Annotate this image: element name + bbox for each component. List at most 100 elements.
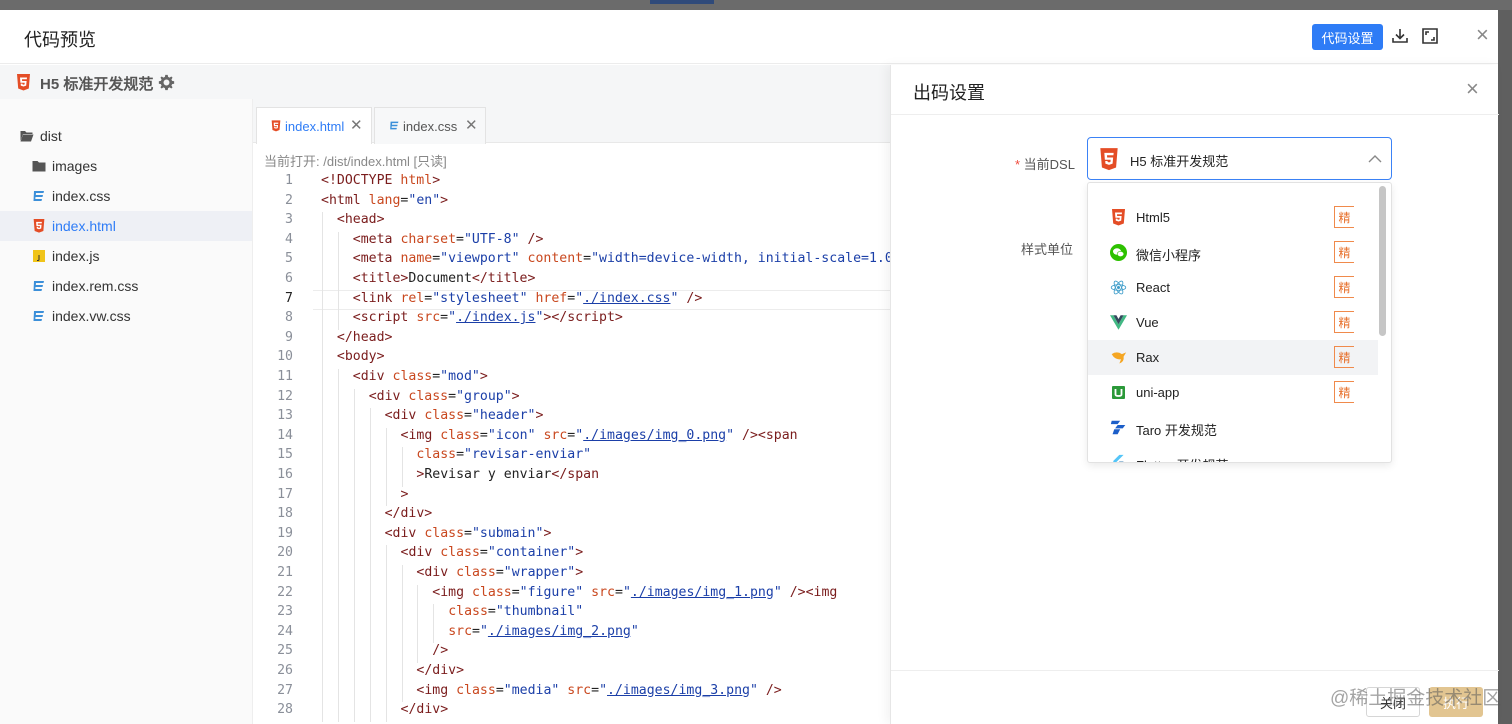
dropdown-scrollbar[interactable] bbox=[1379, 186, 1386, 336]
code-line[interactable]: <html lang="en"> bbox=[321, 193, 448, 208]
fullscreen-icon[interactable] bbox=[1420, 26, 1440, 46]
html5-badge-icon bbox=[17, 74, 30, 91]
modal-title: 代码预览 bbox=[24, 30, 96, 50]
html5-icon bbox=[1112, 209, 1125, 226]
code-line[interactable]: <div class="container"> bbox=[401, 545, 584, 560]
spec-bar: H5 标准开发规范 bbox=[0, 65, 890, 99]
code-line[interactable]: </div> bbox=[401, 702, 449, 717]
spec-label: H5 标准开发规范 bbox=[40, 76, 154, 93]
drawer-close-icon[interactable]: × bbox=[1466, 78, 1479, 100]
line-number: 2 bbox=[285, 192, 293, 208]
indent-guide bbox=[433, 604, 435, 644]
line-number: 6 bbox=[285, 271, 293, 286]
opened-file-path: 当前打开: /dist/index.html [只读] bbox=[264, 154, 447, 169]
code-line[interactable]: <script src="./index.js"></script> bbox=[353, 310, 623, 325]
line-number: 18 bbox=[277, 506, 293, 522]
code-editor: index.html ✕ index.css ✕ 当前打开: /dist/ind… bbox=[252, 99, 891, 724]
line-number: 3 bbox=[285, 212, 293, 228]
premium-tag: 精 bbox=[1334, 346, 1354, 368]
code-content: 1 <!DOCTYPE html> 2 <html lang="en"> 3 <head>… bbox=[253, 171, 891, 724]
code-line[interactable]: >Revisar y enviar</span bbox=[416, 467, 599, 482]
uniapp-icon bbox=[1112, 386, 1125, 399]
code-line[interactable]: <div class="submain"> bbox=[385, 526, 552, 541]
line-number: 13 bbox=[277, 408, 293, 424]
code-settings-button[interactable]: 代码设置 bbox=[1312, 24, 1383, 50]
indent-guide bbox=[353, 388, 355, 722]
option-react[interactable]: React 精 bbox=[1088, 270, 1378, 305]
line-number: 12 bbox=[277, 388, 293, 404]
download-icon[interactable] bbox=[1390, 26, 1410, 46]
line-number: 9 bbox=[285, 329, 293, 345]
code-line[interactable]: <body> bbox=[337, 349, 385, 364]
indent-guide bbox=[417, 584, 419, 663]
code-line[interactable]: <div class="mod"> bbox=[353, 369, 488, 384]
indent-guide bbox=[401, 565, 403, 703]
css-file-icon bbox=[390, 121, 399, 130]
option-taro[interactable]: Taro 开发规范 bbox=[1088, 410, 1378, 445]
tab-close-icon[interactable]: ✕ bbox=[350, 116, 363, 134]
line-number: 14 bbox=[277, 427, 293, 443]
line-number: 20 bbox=[277, 545, 293, 561]
tab-close-icon[interactable]: ✕ bbox=[465, 116, 478, 134]
taro-icon bbox=[1110, 420, 1126, 435]
tab-index-css[interactable]: index.css ✕ bbox=[374, 107, 486, 144]
tree-item-index-vw-css[interactable]: index.vw.css bbox=[0, 301, 252, 331]
code-line[interactable]: <img class="icon" src="./images/img_0.pn… bbox=[401, 428, 798, 443]
code-line[interactable]: <meta name="viewport" content="width=dev… bbox=[353, 251, 891, 266]
code-line[interactable]: <meta charset="UTF-8" /> bbox=[353, 232, 544, 247]
code-line[interactable]: <div class="group"> bbox=[369, 389, 520, 404]
code-line[interactable]: <div class="wrapper"> bbox=[416, 565, 583, 580]
code-line[interactable]: class="thumbnail" bbox=[448, 604, 583, 619]
line-number: 1 bbox=[285, 173, 293, 188]
js-file-icon bbox=[33, 250, 45, 262]
code-line[interactable]: <link rel="stylesheet" href="./index.css… bbox=[353, 291, 702, 306]
css-file-icon bbox=[33, 281, 44, 291]
option-rax[interactable]: Rax 精 bbox=[1088, 340, 1378, 375]
option-wechat-miniprogram[interactable]: 微信小程序 精 bbox=[1088, 235, 1378, 270]
dsl-label: * 当前DSL bbox=[1015, 157, 1075, 172]
line-number: 5 bbox=[285, 251, 293, 267]
code-line[interactable]: class="revisar-enviar" bbox=[416, 447, 591, 462]
tree-item-index-rem-css[interactable]: index.rem.css bbox=[0, 271, 252, 301]
option-uniapp[interactable]: uni-app 精 bbox=[1088, 375, 1378, 410]
line-number: 7 bbox=[285, 290, 293, 306]
code-line[interactable]: <head> bbox=[337, 212, 385, 227]
tree-item-dist[interactable]: dist bbox=[0, 121, 252, 151]
code-line[interactable]: </div> bbox=[416, 663, 464, 678]
tree-item-index-js[interactable]: index.js bbox=[0, 241, 252, 271]
tree-item-images[interactable]: images bbox=[0, 151, 252, 181]
code-line[interactable]: </head> bbox=[337, 330, 393, 345]
code-line[interactable]: /> bbox=[432, 643, 448, 658]
dsl-select[interactable]: H5 标准开发规范 bbox=[1087, 137, 1392, 180]
output-settings-drawer: 出码设置 × * 当前DSL H5 标准开发规范 样式单位 Html5 精 微信… bbox=[890, 65, 1499, 724]
watermark: @稀土掘金技术社区 bbox=[1330, 688, 1502, 709]
folder-open-icon bbox=[20, 131, 34, 142]
indent-guide bbox=[322, 212, 323, 722]
code-line[interactable]: > bbox=[401, 487, 409, 502]
drawer-divider bbox=[891, 114, 1499, 115]
option-html5[interactable]: Html5 精 bbox=[1088, 200, 1378, 235]
gear-icon[interactable] bbox=[158, 74, 175, 91]
code-line[interactable]: <!DOCTYPE html> bbox=[321, 173, 440, 188]
line-number: 23 bbox=[277, 604, 293, 620]
code-line[interactable]: </div> bbox=[385, 506, 433, 521]
editor-tabs: index.html ✕ index.css ✕ bbox=[253, 99, 891, 144]
option-vue[interactable]: Vue 精 bbox=[1088, 305, 1378, 340]
indent-guide bbox=[385, 545, 387, 722]
premium-tag: 精 bbox=[1334, 206, 1354, 228]
modal-close-icon[interactable]: × bbox=[1476, 24, 1489, 46]
style-unit-label: 样式单位 bbox=[1021, 242, 1074, 257]
code-line[interactable]: src="./images/img_2.png" bbox=[448, 624, 639, 639]
line-number: 17 bbox=[277, 486, 293, 502]
code-line[interactable]: <div class="header"> bbox=[385, 408, 544, 423]
line-number: 24 bbox=[277, 623, 293, 639]
code-line[interactable]: <img class="figure" src="./images/img_1.… bbox=[432, 585, 837, 600]
code-line[interactable]: <title>Document</title> bbox=[353, 271, 536, 286]
tab-index-html[interactable]: index.html ✕ bbox=[256, 107, 372, 144]
tree-item-index-html[interactable]: index.html bbox=[0, 211, 252, 241]
css-file-icon bbox=[33, 191, 44, 201]
tree-item-index-css[interactable]: index.css bbox=[0, 181, 252, 211]
option-flutter[interactable]: Flutter 开发规范 bbox=[1088, 445, 1378, 462]
code-line[interactable]: <img class="media" src="./images/img_3.p… bbox=[416, 683, 781, 698]
line-number: 21 bbox=[277, 565, 293, 580]
